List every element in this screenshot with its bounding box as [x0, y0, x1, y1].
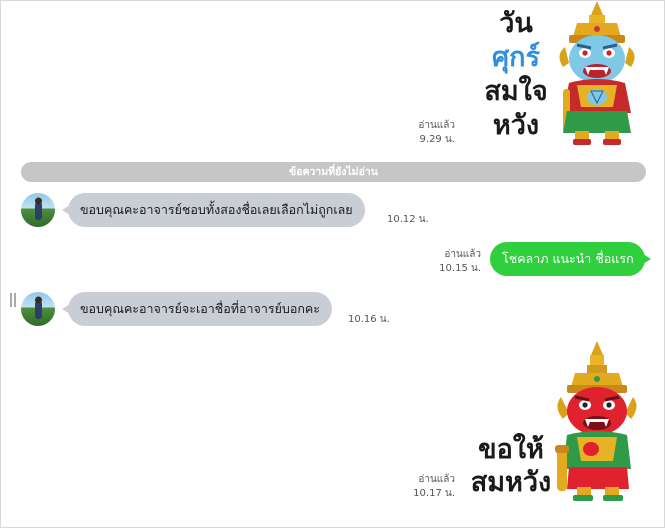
- sticker-message[interactable]: ขอให้ สมหวัง: [469, 341, 649, 506]
- drag-handle[interactable]: [10, 293, 12, 307]
- sticker-caption: ขอให้ สมหวัง: [469, 433, 553, 499]
- avatar[interactable]: [21, 193, 55, 227]
- bubble-tail: [62, 304, 70, 314]
- read-receipt: อ่านแล้ว: [418, 120, 455, 131]
- divider-label: ข้อความที่ยังไม่อ่าน: [288, 166, 378, 178]
- sticker-message[interactable]: วัน ศุกร์ สมใจ หวัง: [471, 1, 651, 150]
- incoming-message-bubble[interactable]: ขอบคุณคะอาจารย์จะเอาชื่อที่อาจารย์บอกคะ: [62, 292, 332, 326]
- blue-giant-sticker-icon: [559, 1, 635, 145]
- sticker-2-meta: อ่านแล้ว 10.17 น.: [403, 473, 455, 501]
- sticker-caption-line: ขอให้: [478, 434, 544, 465]
- timestamp: 10.15 น.: [439, 263, 481, 274]
- timestamp: 10.17 น.: [413, 488, 455, 499]
- person-photo-icon: [35, 296, 42, 319]
- sticker-caption-line: หวัง: [492, 110, 540, 141]
- sticker-1-meta: อ่านแล้ว 9.29 น.: [403, 119, 455, 147]
- read-receipt: อ่านแล้ว: [444, 249, 481, 260]
- outgoing-message-bubble[interactable]: โชคลาภ แนะนำ ชื่อแรก: [490, 242, 651, 276]
- incoming-message-bubble[interactable]: ขอบคุณคะอาจารย์ชอบทั้งสองชื่อเลยเลือกไม่…: [62, 193, 365, 227]
- timestamp: 9.29 น.: [419, 134, 455, 145]
- person-photo-icon: [35, 197, 42, 220]
- message-text: ขอบคุณคะอาจารย์จะเอาชื่อที่อาจารย์บอกคะ: [80, 301, 320, 316]
- sticker-caption-line: สมใจ: [484, 76, 548, 107]
- sticker-caption: วัน ศุกร์ สมใจ หวัง: [481, 7, 551, 143]
- message-text: ขอบคุณคะอาจารย์ชอบทั้งสองชื่อเลยเลือกไม่…: [80, 202, 353, 217]
- timestamp: 10.12 น.: [387, 214, 429, 225]
- message-text: โชคลาภ แนะนำ ชื่อแรก: [502, 251, 634, 266]
- avatar[interactable]: [21, 292, 55, 326]
- sticker-caption-line: วัน: [499, 8, 533, 39]
- read-receipt: อ่านแล้ว: [418, 474, 455, 485]
- bubble-tail: [643, 254, 651, 264]
- timestamp: 10.16 น.: [348, 314, 390, 325]
- drag-handle[interactable]: [14, 293, 16, 307]
- sticker-caption-line: สมหวัง: [470, 467, 552, 498]
- bubble-tail: [62, 205, 70, 215]
- red-giant-sticker-icon: [555, 341, 637, 501]
- unread-messages-divider: ข้อความที่ยังไม่อ่าน: [21, 162, 646, 182]
- sticker-caption-line: ศุกร์: [492, 42, 540, 73]
- outgoing-message-meta: อ่านแล้ว 10.15 น.: [429, 248, 481, 276]
